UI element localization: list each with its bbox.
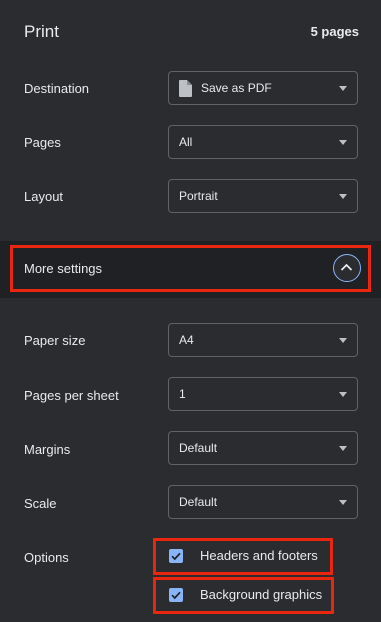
options-label: Options [24,550,69,565]
chevron-up-icon [340,263,353,271]
pages-select[interactable]: All [168,125,358,159]
scale-label: Scale [24,496,57,511]
margins-select[interactable]: Default [168,431,358,465]
background-graphics-label: Background graphics [200,587,323,602]
page-title: Print [24,22,59,41]
margins-value: Default [179,441,218,455]
chevron-down-icon [339,338,347,343]
collapse-more-settings-button[interactable] [333,254,361,282]
layout-select[interactable]: Portrait [168,179,358,213]
background-graphics-checkbox[interactable] [169,588,183,602]
chevron-down-icon [339,140,347,145]
headers-and-footers-checkbox[interactable] [169,549,183,563]
chevron-down-icon [339,500,347,505]
chevron-down-icon [339,194,347,199]
destination-label: Destination [24,81,90,96]
layout-label: Layout [24,189,64,204]
paper-size-label: Paper size [24,333,86,348]
headers-and-footers-option[interactable]: Headers and footers [157,542,327,572]
checkmark-icon [171,591,181,600]
background-graphics-option[interactable]: Background graphics [157,581,332,611]
destination-select[interactable]: Save as PDF [168,71,358,105]
headers-and-footers-label: Headers and footers [200,548,318,563]
layout-value: Portrait [179,189,218,203]
chevron-down-icon [339,446,347,451]
page-count: 5 pages [310,24,359,39]
pages-per-sheet-label: Pages per sheet [24,388,119,403]
file-icon [179,80,192,97]
pages-value: All [179,135,193,149]
pages-label: Pages [24,135,61,150]
margins-label: Margins [24,442,71,457]
chevron-down-icon [339,86,347,91]
scale-value: Default [179,495,218,509]
paper-size-select[interactable]: A4 [168,323,358,357]
pages-per-sheet-value: 1 [179,387,186,401]
destination-value: Save as PDF [201,81,272,95]
scale-select[interactable]: Default [168,485,358,519]
pages-per-sheet-select[interactable]: 1 [168,377,358,411]
checkmark-icon [171,552,181,561]
paper-size-value: A4 [179,333,194,347]
more-settings-label: More settings [24,261,103,276]
chevron-down-icon [339,392,347,397]
